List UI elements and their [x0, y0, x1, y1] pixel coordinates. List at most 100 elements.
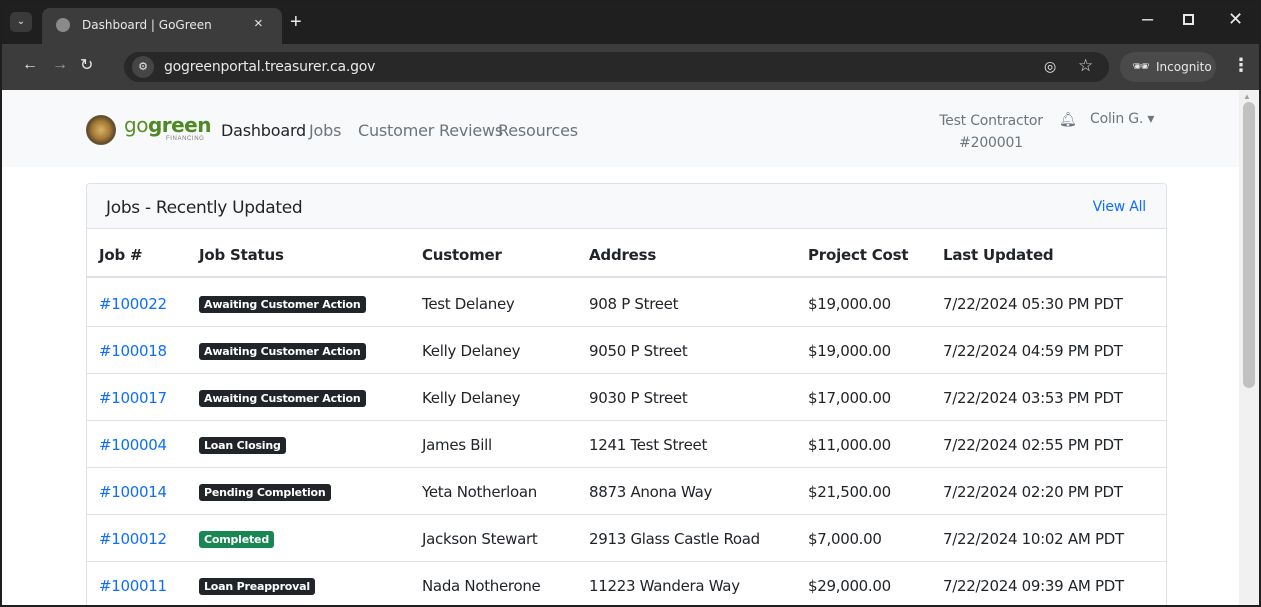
nav-jobs[interactable]: Jobs — [309, 121, 341, 140]
address-cell: 8873 Anona Way — [589, 483, 713, 501]
address-cell: 11223 Wandera Way — [589, 577, 740, 595]
nav-resources[interactable]: Resources — [498, 121, 578, 140]
customer-name: Yeta Notherloan — [422, 483, 537, 501]
back-arrow-icon[interactable]: ← — [22, 56, 38, 74]
contractor-info: Test Contractor #200001 — [936, 110, 1046, 154]
table-row: #100022 Awaiting Customer Action Test Dela… — [87, 280, 1166, 327]
nav-dashboard[interactable]: Dashboard — [221, 121, 306, 140]
scrollbar-thumb[interactable] — [1243, 102, 1255, 388]
bookmark-star-icon[interactable]: ☆ — [1078, 56, 1093, 76]
last-updated-cell: 7/22/2024 02:55 PM PDT — [943, 436, 1123, 454]
column-header-address: Address — [589, 246, 657, 264]
address-cell: 9050 P Street — [589, 342, 688, 360]
browser-window: ⌄ Dashboard | GoGreen × + – ✕ ← → ↻ ⚙ go… — [0, 0, 1261, 607]
new-tab-icon[interactable]: + — [290, 11, 302, 34]
job-number-link[interactable]: #100018 — [99, 342, 167, 360]
scroll-up-arrow-icon[interactable]: ▲ — [1243, 92, 1251, 101]
tab-dashboard[interactable]: Dashboard | GoGreen × — [42, 8, 282, 44]
status-badge: Awaiting Customer Action — [199, 296, 366, 313]
incognito-badge[interactable]: 🕶 Incognito — [1120, 52, 1216, 82]
customer-name: Test Delaney — [422, 295, 515, 313]
logo-tagline: FINANCING — [166, 136, 205, 142]
page-scrollbar[interactable]: ▲ — [1239, 90, 1259, 605]
contractor-name: Test Contractor — [939, 113, 1043, 129]
address-cell: 1241 Test Street — [589, 436, 708, 454]
minimize-icon[interactable]: – — [1142, 8, 1153, 31]
address-bar[interactable]: ⚙ gogreenportal.treasurer.ca.gov ◎ ☆ — [124, 52, 1109, 82]
status-badge: Awaiting Customer Action — [199, 390, 366, 407]
job-number-link[interactable]: #100017 — [99, 389, 167, 407]
logo-wordmark: gogreen — [124, 113, 211, 137]
url-text[interactable]: gogreenportal.treasurer.ca.gov — [164, 59, 375, 75]
address-cell: 2913 Glass Castle Road — [589, 530, 760, 548]
column-header-customer: Customer — [422, 246, 502, 264]
table-row: #100011 Loan Preapproval Nada Notherone 112… — [87, 562, 1166, 605]
page-viewport: gogreen FINANCING Dashboard Jobs Custome… — [2, 90, 1239, 605]
browser-menu-icon[interactable]: ⋮ — [1232, 55, 1250, 76]
last-updated-cell: 7/22/2024 10:02 AM PDT — [943, 530, 1124, 548]
job-number-link[interactable]: #100004 — [99, 436, 167, 454]
tab-close-icon[interactable]: × — [254, 15, 263, 32]
last-updated-cell: 7/22/2024 09:39 AM PDT — [943, 577, 1124, 595]
browser-toolbar: ← → ↻ ⚙ gogreenportal.treasurer.ca.gov ◎… — [2, 44, 1259, 90]
window-close-icon[interactable]: ✕ — [1228, 9, 1243, 30]
project-cost-cell: $29,000.00 — [808, 577, 891, 595]
project-cost-cell: $17,000.00 — [808, 389, 891, 407]
customer-name: James Bill — [422, 436, 492, 454]
status-badge: Loan Preapproval — [199, 578, 315, 595]
state-seal-icon — [86, 115, 116, 145]
status-badge: Loan Closing — [199, 437, 286, 454]
gogreen-logo[interactable]: gogreen FINANCING — [86, 112, 211, 148]
table-row: #100014 Pending Completion Yeta Notherloan… — [87, 468, 1166, 515]
last-updated-cell: 7/22/2024 04:59 PM PDT — [943, 342, 1123, 360]
last-updated-cell: 7/22/2024 03:53 PM PDT — [943, 389, 1123, 407]
table-row: #100012 Completed Jackson Stewart 2913 Glas… — [87, 515, 1166, 562]
tab-strip: ⌄ Dashboard | GoGreen × + – ✕ — [2, 2, 1259, 44]
status-badge: Completed — [199, 531, 274, 548]
job-number-link[interactable]: #100014 — [99, 483, 167, 501]
column-header-job: Job # — [99, 246, 143, 264]
project-cost-cell: $19,000.00 — [808, 295, 891, 313]
table-row: #100004 Loan Closing James Bill 1241 Test S… — [87, 421, 1166, 468]
recent-jobs-card: Jobs - Recently Updated View All Job # J… — [86, 183, 1167, 605]
view-all-link[interactable]: View All — [1093, 199, 1147, 215]
customer-name: Kelly Delaney — [422, 389, 521, 407]
user-menu-dropdown[interactable]: Colin G. ▾ — [1090, 111, 1154, 127]
eye-off-icon[interactable]: ◎ — [1044, 58, 1056, 75]
status-badge: Pending Completion — [199, 484, 331, 501]
card-header: Jobs - Recently Updated View All — [87, 184, 1166, 229]
job-number-link[interactable]: #100012 — [99, 530, 167, 548]
customer-name: Jackson Stewart — [422, 530, 538, 548]
incognito-label: Incognito — [1156, 60, 1212, 74]
contractor-id: #200001 — [959, 135, 1023, 151]
address-cell: 908 P Street — [589, 295, 679, 313]
project-cost-cell: $11,000.00 — [808, 436, 891, 454]
site-navbar: gogreen FINANCING Dashboard Jobs Custome… — [2, 90, 1239, 167]
column-header-updated: Last Updated — [943, 246, 1054, 264]
table-row: #100018 Awaiting Customer Action Kelly Del… — [87, 327, 1166, 374]
customer-name: Kelly Delaney — [422, 342, 521, 360]
status-badge: Awaiting Customer Action — [199, 343, 366, 360]
table-header: Job # Job Status Customer Address Projec… — [87, 230, 1166, 278]
nav-customer-reviews[interactable]: Customer Reviews — [358, 121, 503, 140]
last-updated-cell: 7/22/2024 02:20 PM PDT — [943, 483, 1123, 501]
customer-name: Nada Notherone — [422, 577, 541, 595]
restore-icon[interactable] — [1183, 14, 1194, 25]
last-updated-cell: 7/22/2024 05:30 PM PDT — [943, 295, 1123, 313]
job-number-link[interactable]: #100022 — [99, 295, 167, 313]
tab-search-chevron-icon[interactable]: ⌄ — [10, 12, 32, 32]
reload-icon[interactable]: ↻ — [80, 55, 93, 75]
forward-arrow-icon[interactable]: → — [52, 56, 68, 74]
project-cost-cell: $19,000.00 — [808, 342, 891, 360]
globe-icon — [56, 18, 70, 32]
site-info-icon[interactable]: ⚙ — [132, 56, 154, 78]
bell-icon[interactable]: 🔔︎ — [1059, 111, 1077, 128]
address-cell: 9030 P Street — [589, 389, 688, 407]
project-cost-cell: $21,500.00 — [808, 483, 891, 501]
column-header-status: Job Status — [199, 246, 284, 264]
job-number-link[interactable]: #100011 — [99, 577, 167, 595]
project-cost-cell: $7,000.00 — [808, 530, 882, 548]
column-header-cost: Project Cost — [808, 246, 909, 264]
tab-title: Dashboard | GoGreen — [82, 18, 212, 32]
table-row: #100017 Awaiting Customer Action Kelly Del… — [87, 374, 1166, 421]
